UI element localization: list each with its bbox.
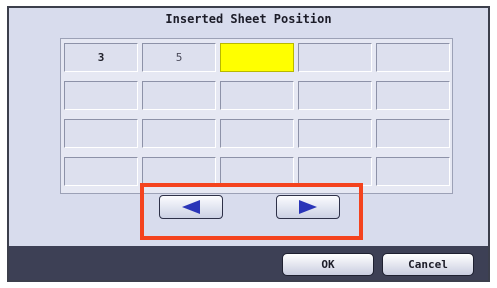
grid-cell[interactable]: [376, 119, 450, 148]
footer-bar: OK Cancel: [9, 246, 488, 280]
position-grid: 3 5: [60, 38, 453, 194]
grid-cell-current[interactable]: [220, 43, 294, 72]
grid-cell[interactable]: [298, 43, 372, 72]
grid-cell[interactable]: 5: [142, 43, 216, 72]
dialog-frame: Inserted Sheet Position 3 5 OK Cancel: [7, 6, 490, 282]
grid-cell[interactable]: [220, 157, 294, 186]
cancel-button[interactable]: Cancel: [382, 253, 474, 276]
grid-cell[interactable]: [64, 119, 138, 148]
grid-cell[interactable]: [142, 81, 216, 110]
grid-cell[interactable]: [298, 81, 372, 110]
grid-cell[interactable]: [298, 119, 372, 148]
grid-cell[interactable]: [142, 119, 216, 148]
grid-cell[interactable]: [298, 157, 372, 186]
grid-cell[interactable]: 3: [64, 43, 138, 72]
ok-button[interactable]: OK: [282, 253, 374, 276]
callout-highlight-box: [140, 183, 363, 240]
grid-cell[interactable]: [64, 81, 138, 110]
grid-cell[interactable]: [220, 81, 294, 110]
grid-cell[interactable]: [220, 119, 294, 148]
grid-cell[interactable]: [64, 157, 138, 186]
grid-cell[interactable]: [376, 157, 450, 186]
dialog-title: Inserted Sheet Position: [165, 12, 332, 26]
grid-cell[interactable]: [376, 81, 450, 110]
grid-cell[interactable]: [376, 43, 450, 72]
grid-cell[interactable]: [142, 157, 216, 186]
